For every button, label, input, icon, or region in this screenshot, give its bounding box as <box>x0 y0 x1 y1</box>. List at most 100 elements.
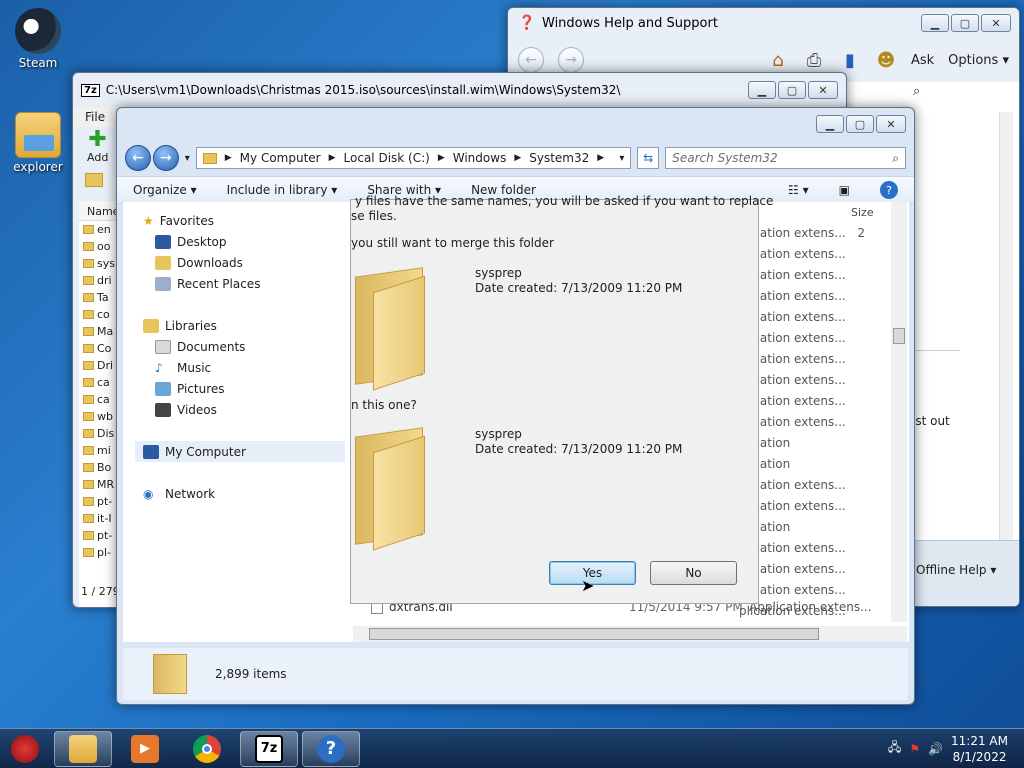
file-list[interactable]: ype Size plication extens...2plication e… <box>739 202 889 621</box>
search-input[interactable]: Search System32 ⌕ <box>665 147 906 169</box>
table-row[interactable]: plication extens... <box>739 264 889 285</box>
nav-my-computer[interactable]: My Computer <box>135 441 345 462</box>
nav-libraries[interactable]: Libraries <box>143 315 351 336</box>
forward-button[interactable]: → <box>558 47 584 73</box>
volume-icon[interactable]: 🔊 <box>928 742 943 756</box>
table-row[interactable]: plication extens... <box>739 411 889 432</box>
offline-help-button[interactable]: Offline Help ▾ <box>916 563 996 577</box>
confirm-folder-replace-dialog[interactable]: y files have the same names, you will be… <box>350 194 773 604</box>
minimize-button[interactable]: ▁ <box>921 14 949 32</box>
table-row[interactable]: plication extens... <box>739 579 889 600</box>
table-row[interactable]: plication extens... <box>739 348 889 369</box>
network-tray-icon[interactable]: 🖧 <box>888 738 901 759</box>
minimize-button[interactable]: ▁ <box>816 115 844 133</box>
maximize-button[interactable]: ▢ <box>778 81 806 99</box>
book-icon[interactable]: ▮ <box>839 49 861 71</box>
nav-favorites[interactable]: ★ Favorites <box>143 210 351 231</box>
taskbar-chrome[interactable] <box>178 731 236 767</box>
preview-pane-icon[interactable]: ▣ <box>839 183 850 197</box>
options-button[interactable]: Options ▾ <box>948 53 1009 68</box>
chrome-icon <box>193 734 221 763</box>
vertical-scrollbar[interactable] <box>891 202 907 622</box>
chevron-right-icon[interactable]: ▶ <box>514 153 521 163</box>
explorer-titlebar[interactable]: ▁ ▢ ✕ <box>117 108 914 140</box>
organize-button[interactable]: Organize ▾ <box>133 183 197 197</box>
minimize-button[interactable]: ▁ <box>748 81 776 99</box>
hscroll-thumb[interactable] <box>369 628 819 640</box>
clock[interactable]: 11:21 AM 8/1/2022 <box>951 733 1008 765</box>
nav-music[interactable]: ♪ Music <box>143 357 351 378</box>
breadcrumb-system32[interactable]: System32 <box>529 151 589 165</box>
dialog-message-line1: y files have the same names, you will be… <box>355 194 774 208</box>
table-row[interactable]: plication extens... <box>739 495 889 516</box>
nav-pictures[interactable]: Pictures <box>143 378 351 399</box>
table-row[interactable]: plication extens... <box>739 306 889 327</box>
chevron-right-icon[interactable]: ▶ <box>329 153 336 163</box>
breadcrumb-my-computer[interactable]: My Computer <box>240 151 321 165</box>
taskbar-help[interactable]: ? <box>302 730 360 767</box>
table-row[interactable]: plication extens... <box>739 537 889 558</box>
taskbar-explorer[interactable] <box>54 730 112 767</box>
maximize-button[interactable]: ▢ <box>846 115 874 133</box>
maximize-button[interactable]: ▢ <box>951 14 979 32</box>
table-row[interactable]: plication extens... <box>739 243 889 264</box>
nav-recent-places[interactable]: Recent Places <box>143 273 351 294</box>
forward-button[interactable]: → <box>152 145 179 171</box>
home-icon[interactable]: ⌂ <box>767 49 789 71</box>
close-button[interactable]: ✕ <box>808 81 838 99</box>
nav-network[interactable]: ◉ Network <box>143 483 351 504</box>
table-row[interactable]: plication <box>739 516 889 537</box>
address-bar[interactable]: ▶ My Computer ▶ Local Disk (C:) ▶ Window… <box>195 147 632 169</box>
include-library-button[interactable]: Include in library ▾ <box>227 183 338 197</box>
table-row[interactable]: plication <box>739 432 889 453</box>
nav-desktop[interactable]: Desktop <box>143 231 351 252</box>
print-icon[interactable]: ⎙ <box>803 49 825 71</box>
help-search-icon[interactable]: ⌕ <box>913 84 920 99</box>
table-row[interactable]: plication extens... <box>739 285 889 306</box>
nav-videos[interactable]: Videos <box>143 399 351 420</box>
back-button[interactable]: ← <box>125 145 151 171</box>
source-folder-date: Date created: 7/13/2009 11:20 PM <box>475 442 683 456</box>
nav-documents[interactable]: Documents <box>143 336 351 357</box>
close-button[interactable]: ✕ <box>876 115 906 133</box>
scroll-thumb[interactable] <box>893 328 905 344</box>
table-row[interactable]: plication extens... <box>739 327 889 348</box>
help-scrollbar[interactable] <box>999 112 1013 602</box>
chevron-right-icon[interactable]: ▶ <box>438 153 445 163</box>
desktop-icon-steam[interactable]: Steam <box>6 8 70 70</box>
ask-button[interactable]: Ask <box>911 53 934 68</box>
breadcrumb-windows[interactable]: Windows <box>453 151 507 165</box>
folder-icon <box>83 395 94 404</box>
help-titlebar[interactable]: ❓ Windows Help and Support ▁ ▢ ✕ <box>508 8 1019 38</box>
folder-up-icon[interactable] <box>85 173 103 187</box>
refresh-button[interactable]: ⇆ <box>637 147 660 169</box>
table-row[interactable]: plication extens... <box>739 390 889 411</box>
chevron-right-icon[interactable]: ▶ <box>597 153 604 163</box>
size-column-header[interactable]: Size <box>851 206 874 219</box>
zip-titlebar[interactable]: 7z C:\Users\vm1\Downloads\Christmas 2015… <box>73 73 846 107</box>
desktop-icon-explorer[interactable]: explorer <box>6 112 70 174</box>
no-button[interactable]: No <box>650 561 737 585</box>
address-dropdown-icon[interactable]: ▾ <box>619 153 624 164</box>
start-button[interactable] <box>0 731 50 767</box>
table-row[interactable]: plication <box>739 453 889 474</box>
close-button[interactable]: ✕ <box>981 14 1011 32</box>
row-name: Dis <box>97 427 115 440</box>
action-center-icon[interactable]: ⚑ <box>909 742 920 756</box>
zip-add-button[interactable]: ✚ Add <box>87 129 108 165</box>
nav-downloads[interactable]: Downloads <box>143 252 351 273</box>
table-row[interactable]: plication extens... 2 <box>739 222 889 243</box>
breadcrumb-local-disk[interactable]: Local Disk (C:) <box>344 151 430 165</box>
history-dropdown-icon[interactable]: ▾ <box>185 153 190 164</box>
back-button[interactable]: ← <box>518 47 544 73</box>
taskbar-7zip[interactable]: 7z <box>240 730 298 767</box>
view-icon[interactable]: ☷ ▾ <box>788 183 809 197</box>
table-row[interactable]: plication extens... <box>739 369 889 390</box>
menu-file[interactable]: File <box>85 110 105 124</box>
help-circle-icon[interactable]: ? <box>880 181 898 199</box>
navigation-pane[interactable]: ★ Favorites Desktop Downloads Recent Plac… <box>123 202 351 642</box>
table-row[interactable]: plication extens... <box>739 474 889 495</box>
table-row[interactable]: plication extens... <box>739 558 889 579</box>
taskbar-media-player[interactable]: ▶ <box>116 731 174 767</box>
horizontal-scrollbar[interactable] <box>353 626 907 642</box>
